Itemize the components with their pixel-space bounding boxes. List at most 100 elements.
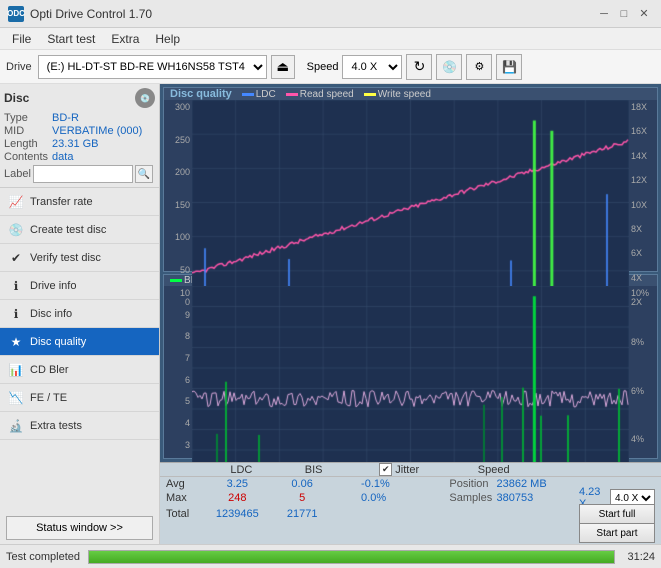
bis-col-header: BIS — [281, 464, 347, 476]
extra-tests-icon: 🔬 — [8, 418, 24, 434]
save-button[interactable]: 💾 — [496, 54, 522, 80]
sidebar-item-create-test-disc[interactable]: 💿 Create test disc — [0, 216, 159, 244]
disc-info-label: Disc info — [30, 308, 72, 320]
progress-bar — [88, 550, 615, 564]
drive-info-label: Drive info — [30, 280, 76, 292]
mid-value: VERBATIMe (000) — [52, 125, 155, 137]
verify-label: Verify test disc — [30, 252, 101, 264]
samples-label: Samples — [449, 492, 496, 504]
bottom-chart-panel: BIS Jitter 10987654321 — [163, 274, 658, 459]
menu-help[interactable]: Help — [147, 30, 188, 48]
avg-jitter: -0.1% — [361, 478, 449, 490]
max-ldc: 248 — [202, 492, 273, 504]
menu-extra[interactable]: Extra — [103, 30, 147, 48]
label-row: Label 🔍 — [4, 165, 155, 183]
extra-tests-label: Extra tests — [30, 420, 82, 432]
length-value: 23.31 GB — [52, 138, 155, 150]
max-bis: 5 — [273, 492, 332, 504]
sidebar-item-transfer-rate[interactable]: 📈 Transfer rate — [0, 188, 159, 216]
ldc-legend: LDC — [242, 89, 276, 100]
speed-selector[interactable]: 4.0 X — [342, 55, 402, 79]
max-jitter: 0.0% — [361, 492, 449, 504]
progress-bar-fill — [89, 551, 614, 563]
start-part-button[interactable]: Start part — [579, 523, 655, 543]
transfer-rate-label: Transfer rate — [30, 196, 93, 208]
position-val: 23862 MB — [497, 478, 579, 490]
title-bar: ODC Opti Drive Control 1.70 ─ □ ✕ — [0, 0, 661, 28]
maximize-button[interactable]: □ — [615, 5, 633, 23]
total-bis: 21771 — [273, 508, 332, 520]
sidebar-item-drive-info[interactable]: ℹ Drive info — [0, 272, 159, 300]
bottom-chart-canvas — [192, 286, 629, 462]
jitter-header: ✔ Jitter — [379, 463, 477, 476]
sidebar: Disc 💿 Type BD-R MID VERBATIMe (000) Len… — [0, 84, 160, 544]
fe-te-label: FE / TE — [30, 392, 67, 404]
jitter-checkbox[interactable]: ✔ — [379, 463, 392, 476]
speed-col-header: Speed — [478, 464, 576, 476]
transfer-rate-icon: 📈 — [8, 194, 24, 210]
stats-bar: LDC BIS ✔ Jitter Speed Avg 3.25 0.06 -0.… — [160, 462, 661, 544]
disc-info: Type BD-R MID VERBATIMe (000) Length 23.… — [4, 112, 155, 163]
settings-button[interactable]: ⚙ — [466, 54, 492, 80]
length-label: Length — [4, 138, 48, 150]
sidebar-item-disc-quality[interactable]: ★ Disc quality — [0, 328, 159, 356]
drive-info-icon: ℹ — [8, 278, 24, 294]
disc-section: Disc 💿 Type BD-R MID VERBATIMe (000) Len… — [0, 84, 159, 188]
status-bar: Test completed 31:24 — [0, 544, 661, 568]
toolbar: Drive (E:) HL-DT-ST BD-RE WH16NS58 TST4 … — [0, 50, 661, 84]
sidebar-item-disc-info[interactable]: ℹ Disc info — [0, 300, 159, 328]
avg-bis: 0.06 — [273, 478, 332, 490]
disc-icon: 💿 — [135, 88, 155, 108]
sidebar-item-cd-bler[interactable]: 📊 CD Bler — [0, 356, 159, 384]
total-label: Total — [166, 508, 202, 520]
disc-button[interactable]: 💿 — [436, 54, 462, 80]
menu-bar: File Start test Extra Help — [0, 28, 661, 50]
close-button[interactable]: ✕ — [635, 5, 653, 23]
bottom-chart-area: 10987654321 10%8%6%4%2% — [164, 286, 657, 462]
type-value: BD-R — [52, 112, 155, 124]
right-content: Disc quality LDC Read speed Write speed — [160, 84, 661, 544]
sidebar-item-extra-tests[interactable]: 🔬 Extra tests — [0, 412, 159, 440]
drive-label: Drive — [6, 61, 32, 73]
top-chart-panel: Disc quality LDC Read speed Write speed — [163, 87, 658, 272]
refresh-button[interactable]: ↻ — [406, 54, 432, 80]
label-field-label: Label — [4, 168, 31, 180]
main-content: Disc 💿 Type BD-R MID VERBATIMe (000) Len… — [0, 84, 661, 544]
sidebar-item-fe-te[interactable]: 📉 FE / TE — [0, 384, 159, 412]
status-text: Test completed — [6, 551, 80, 563]
label-search-button[interactable]: 🔍 — [135, 165, 153, 183]
create-test-disc-label: Create test disc — [30, 224, 106, 236]
eject-button[interactable]: ⏏ — [271, 55, 295, 79]
start-part-row: Start part — [160, 522, 661, 544]
app-icon: ODC — [8, 6, 24, 22]
sidebar-item-verify-test-disc[interactable]: ✔ Verify test disc — [0, 244, 159, 272]
menu-file[interactable]: File — [4, 30, 39, 48]
disc-title: Disc — [4, 91, 29, 105]
type-label: Type — [4, 112, 48, 124]
minimize-button[interactable]: ─ — [595, 5, 613, 23]
verify-icon: ✔ — [8, 250, 24, 266]
max-label: Max — [166, 492, 202, 504]
total-row: Total 1239465 21771 Start full — [160, 506, 661, 522]
status-window-button[interactable]: Status window >> — [6, 516, 153, 540]
bottom-y-axis-right: 10%8%6%4%2% — [629, 286, 657, 462]
menu-start-test[interactable]: Start test — [39, 30, 103, 48]
position-label: Position — [449, 478, 496, 490]
action-buttons: Start full — [579, 504, 655, 524]
label-input[interactable] — [33, 165, 133, 183]
drive-selector[interactable]: (E:) HL-DT-ST BD-RE WH16NS58 TST4 — [38, 55, 267, 79]
start-full-button[interactable]: Start full — [579, 504, 655, 524]
write-speed-legend: Write speed — [364, 89, 431, 100]
disc-quality-icon: ★ — [8, 334, 24, 350]
disc-info-icon: ℹ — [8, 306, 24, 322]
mid-label: MID — [4, 125, 48, 137]
bottom-y-axis-left: 10987654321 — [164, 286, 192, 462]
ldc-col-header: LDC — [202, 464, 281, 476]
avg-label: Avg — [166, 478, 202, 490]
disc-quality-label: Disc quality — [30, 336, 86, 348]
speed-label: Speed — [307, 61, 339, 73]
total-ldc: 1239465 — [202, 508, 273, 520]
cd-bler-icon: 📊 — [8, 362, 24, 378]
fe-te-icon: 📉 — [8, 390, 24, 406]
samples-val: 380753 — [497, 492, 579, 504]
